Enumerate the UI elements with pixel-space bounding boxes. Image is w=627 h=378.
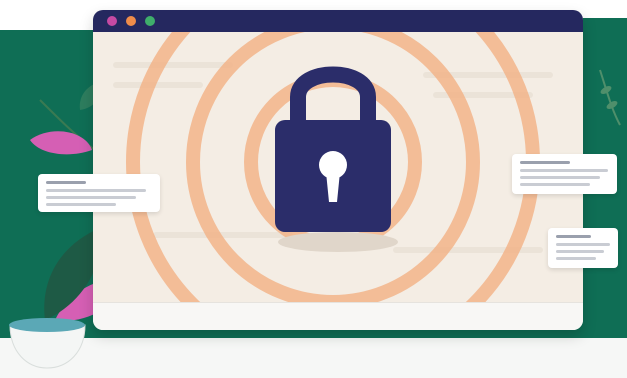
browser-window (93, 10, 583, 330)
window-base-bar (93, 302, 583, 330)
pink-leaf (30, 131, 92, 155)
security-illustration (0, 0, 627, 378)
lock-graphic (126, 32, 540, 302)
info-card-left (38, 174, 160, 212)
window-minimize-dot (126, 16, 136, 26)
window-maximize-dot (145, 16, 155, 26)
padlock-icon (275, 120, 391, 232)
info-card-right-bottom (548, 228, 618, 268)
plant-pot-rim (9, 318, 85, 332)
info-card-right-top (512, 154, 617, 194)
window-close-dot (107, 16, 117, 26)
window-titlebar (93, 10, 583, 32)
padlock-shackle (290, 66, 376, 130)
